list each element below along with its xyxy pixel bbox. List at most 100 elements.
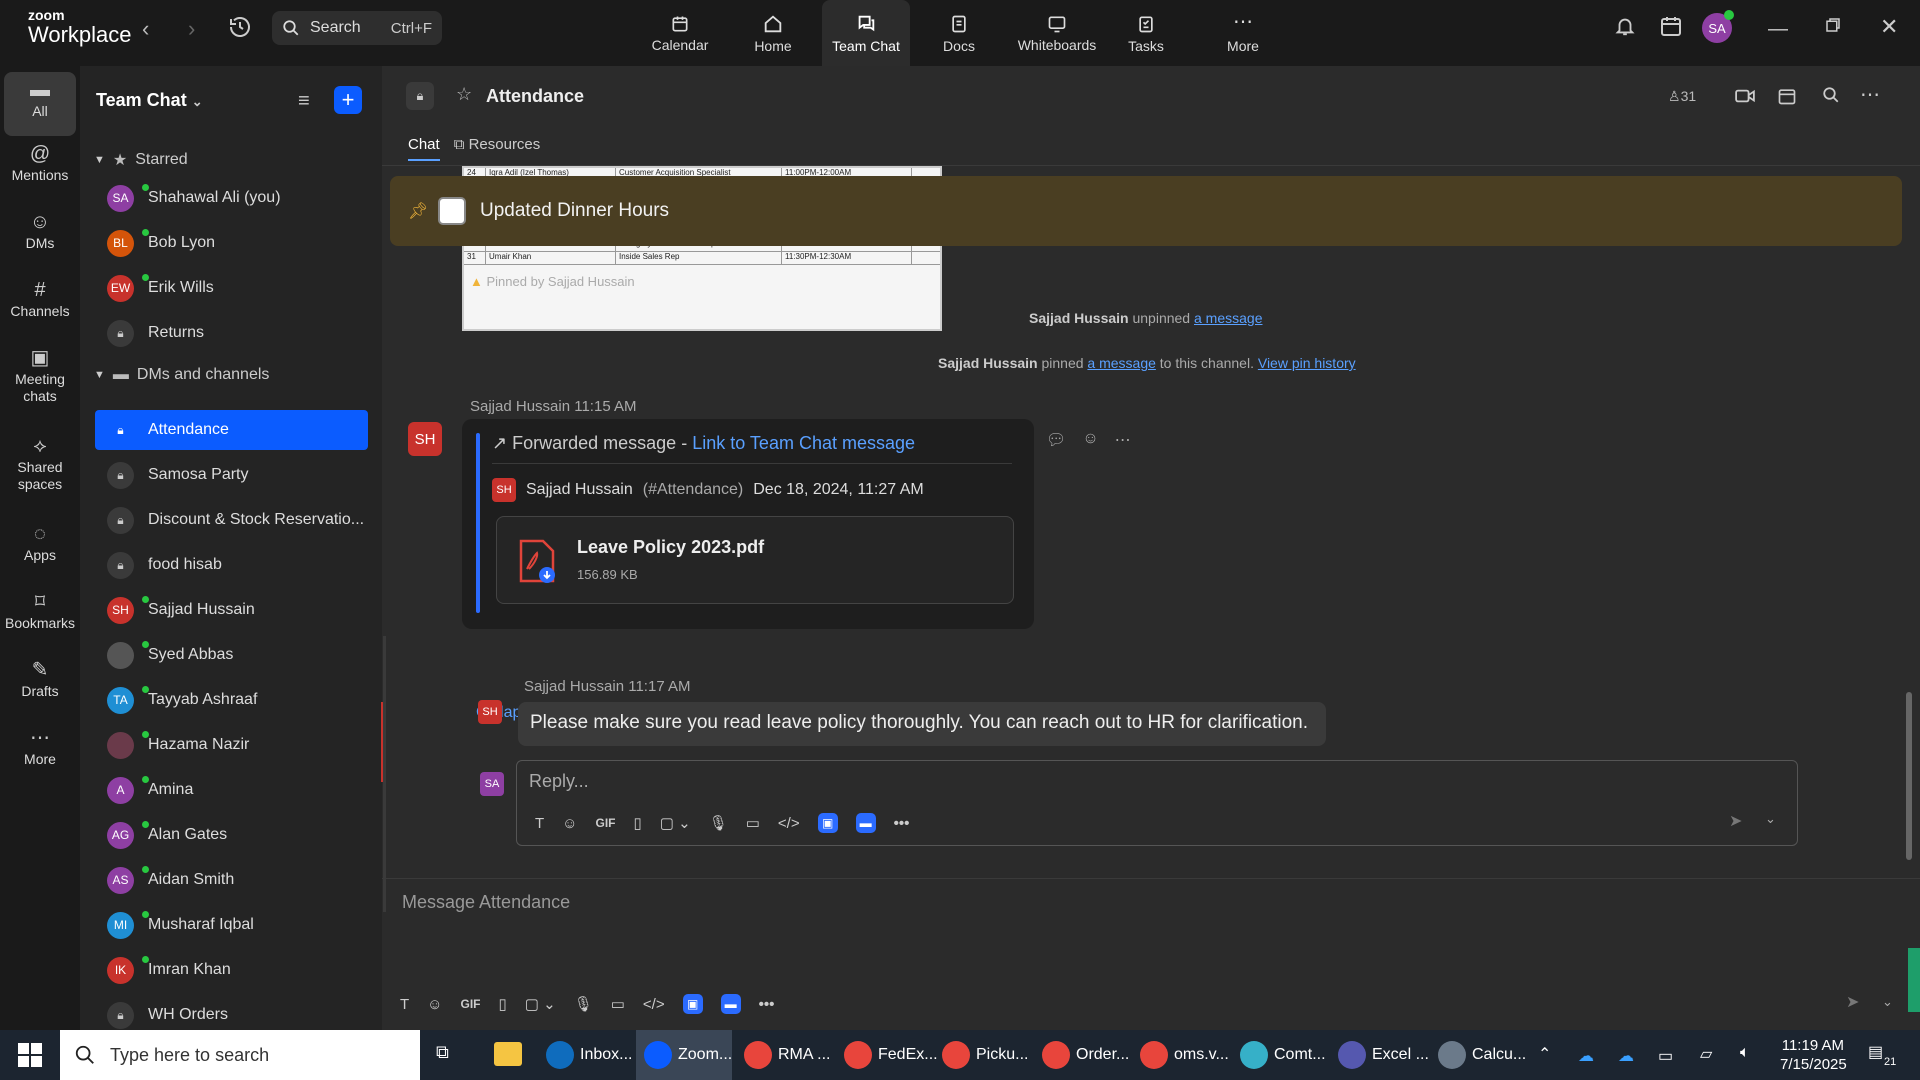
sidebar-item-shahawal-ali-you[interactable]: SA Shahawal Ali (you) bbox=[95, 178, 368, 218]
more-options-icon[interactable]: ⋯ bbox=[1860, 82, 1880, 107]
video-clip-icon[interactable]: ▭ bbox=[746, 814, 760, 832]
rail-shared-spaces[interactable]: ⟡ Shared spaces bbox=[4, 436, 76, 493]
screenshot-icon[interactable]: ▢ ⌄ bbox=[525, 995, 556, 1013]
send-icon[interactable]: ➤ bbox=[1846, 992, 1859, 1012]
rail-channels[interactable]: # Channels bbox=[4, 280, 76, 320]
star-outline-icon[interactable]: ☆ bbox=[456, 84, 472, 105]
sidebar-item-samosa-party[interactable]: 🔒︎ Samosa Party bbox=[95, 455, 368, 495]
nav-calendar[interactable]: Calendar bbox=[636, 0, 724, 66]
file-attachment[interactable]: Leave Policy 2023.pdf 156.89 KB bbox=[496, 516, 1014, 604]
schedule-calendar-icon[interactable] bbox=[1777, 86, 1797, 111]
sidebar-item-alan-gates[interactable]: AG Alan Gates bbox=[95, 815, 368, 855]
microphone-icon[interactable]: 🎙︎ bbox=[709, 814, 728, 832]
sidebar-item-imran-khan[interactable]: IK Imran Khan bbox=[95, 950, 368, 990]
team-chat-message-link[interactable]: Link to Team Chat message bbox=[692, 433, 915, 453]
nav-docs[interactable]: Docs bbox=[915, 0, 1003, 66]
taskbar-app-picku[interactable]: Picku... bbox=[934, 1030, 1030, 1080]
send-icon[interactable]: ➤ bbox=[1729, 811, 1742, 831]
reply-input[interactable]: Reply... bbox=[529, 771, 589, 792]
sidebar-item-returns[interactable]: 🔒︎ Returns bbox=[95, 313, 368, 353]
send-options-chevron-icon[interactable]: ⌄ bbox=[1882, 994, 1893, 1010]
onedrive-icon[interactable]: ☁ bbox=[1578, 1046, 1594, 1066]
taskbar-app-inbox[interactable]: Inbox... bbox=[538, 1030, 634, 1080]
history-icon[interactable] bbox=[228, 15, 252, 45]
emoji-icon[interactable]: ☺ bbox=[562, 815, 577, 832]
reply-sender[interactable]: Sajjad Hussain bbox=[524, 678, 624, 695]
original-sender[interactable]: Sajjad Hussain bbox=[526, 481, 633, 499]
rail-mentions[interactable]: @ Mentions bbox=[4, 144, 76, 184]
nav-more[interactable]: ⋯ More bbox=[1199, 0, 1287, 66]
tab-resources[interactable]: ⧉ Resources bbox=[454, 136, 541, 161]
nav-home[interactable]: Home bbox=[729, 0, 817, 66]
notification-center-icon[interactable]: ▤ bbox=[1868, 1042, 1883, 1062]
search-box[interactable]: Search Ctrl+F bbox=[272, 11, 442, 45]
rail-bookmarks[interactable]: ⌑ Bookmarks bbox=[4, 592, 76, 632]
app-icon[interactable]: ▣ bbox=[682, 994, 703, 1014]
notification-bell-icon[interactable] bbox=[1614, 14, 1636, 43]
code-icon[interactable]: </> bbox=[643, 996, 665, 1013]
filter-icon[interactable]: ≡ bbox=[298, 90, 310, 113]
taskbar-app-rma[interactable]: RMA ... bbox=[736, 1030, 832, 1080]
sender-avatar[interactable]: SH bbox=[408, 422, 442, 456]
sidebar-item-syed-abbas[interactable]: Syed Abbas bbox=[95, 635, 368, 675]
clock[interactable]: 11:19 AM 7/15/2025 bbox=[1780, 1036, 1847, 1074]
file-icon[interactable]: ▯ bbox=[499, 995, 507, 1013]
nav-tasks[interactable]: Tasks bbox=[1102, 0, 1190, 66]
pin-message-link[interactable]: a message bbox=[1087, 355, 1155, 371]
format-text-icon[interactable]: T bbox=[400, 996, 409, 1013]
restore-icon[interactable] bbox=[1824, 16, 1842, 39]
sidebar-item-attendance[interactable]: 🔒︎ Attendance bbox=[95, 410, 368, 450]
sidebar-item-amina[interactable]: A Amina bbox=[95, 770, 368, 810]
sidebar-item-bob-lyon[interactable]: BL Bob Lyon bbox=[95, 223, 368, 263]
gif-button[interactable]: GIF bbox=[461, 997, 481, 1011]
channel-name[interactable]: Attendance bbox=[486, 86, 584, 107]
sidebar-item-discount-stock-reservatio[interactable]: 🔒︎ Discount & Stock Reservatio... bbox=[95, 500, 368, 540]
sidebar-item-tayyab-ashraaf[interactable]: TA Tayyab Ashraaf bbox=[95, 680, 368, 720]
reply-avatar[interactable]: SH bbox=[478, 700, 502, 724]
chat-scrollbar[interactable] bbox=[1906, 692, 1912, 860]
rail-more[interactable]: ⋯ More bbox=[4, 728, 76, 768]
calendar-status-icon[interactable] bbox=[1659, 14, 1683, 43]
windows-start-icon[interactable] bbox=[18, 1043, 42, 1072]
section-starred[interactable]: ▼ ★ Starred bbox=[94, 150, 188, 170]
taskbar-app-order[interactable]: Order... bbox=[1034, 1030, 1130, 1080]
rail-apps[interactable]: ◌ Apps bbox=[4, 524, 76, 564]
sidebar-item-erik-wills[interactable]: EW Erik Wills bbox=[95, 268, 368, 308]
minimize-icon[interactable]: — bbox=[1768, 18, 1788, 41]
members-count[interactable]: ♙31 bbox=[1668, 88, 1696, 105]
message-input[interactable]: Message Attendance bbox=[402, 892, 570, 913]
gif-button[interactable]: GIF bbox=[596, 816, 616, 830]
more-options-icon[interactable]: ⋯ bbox=[1115, 430, 1131, 450]
sidebar-item-wh-orders[interactable]: 🔒︎ WH Orders bbox=[95, 995, 368, 1030]
close-icon[interactable]: ✕ bbox=[1880, 14, 1898, 40]
sidebar-item-sajjad-hussain[interactable]: SH Sajjad Hussain bbox=[95, 590, 368, 630]
video-call-icon[interactable] bbox=[1734, 88, 1756, 109]
new-chat-button[interactable]: + bbox=[334, 86, 362, 114]
nav-team-chat[interactable]: Team Chat bbox=[822, 0, 910, 66]
nav-whiteboards[interactable]: Whiteboards bbox=[1008, 0, 1106, 66]
task-view-icon[interactable]: ⧉ bbox=[436, 1042, 449, 1063]
tab-chat[interactable]: Chat bbox=[408, 136, 440, 161]
tray-chevron-icon[interactable]: ⌃ bbox=[1538, 1044, 1551, 1064]
volume-icon[interactable]: 🔈︎ bbox=[1740, 1044, 1750, 1062]
video-clip-icon[interactable]: ▭ bbox=[611, 995, 625, 1013]
message-sender[interactable]: Sajjad Hussain bbox=[470, 398, 570, 415]
microphone-icon[interactable]: 🎙︎ bbox=[574, 995, 593, 1013]
format-text-icon[interactable]: T bbox=[535, 815, 544, 832]
sidebar-title[interactable]: Team Chat ⌄ bbox=[96, 90, 203, 111]
taskbar-app-excel[interactable]: Excel ... bbox=[1330, 1030, 1429, 1080]
file-icon[interactable]: ▯ bbox=[634, 814, 642, 832]
sidebar-item-aidan-smith[interactable]: AS Aidan Smith bbox=[95, 860, 368, 900]
chat-app-icon[interactable]: ▬ bbox=[720, 994, 741, 1014]
emoji-icon[interactable]: ☺ bbox=[427, 996, 442, 1013]
pinned-banner[interactable]: 📌︎ Updated Dinner Hours bbox=[390, 176, 1902, 246]
file-explorer-icon[interactable] bbox=[494, 1042, 522, 1066]
section-dms[interactable]: ▼ ▬ DMs and channels bbox=[94, 366, 269, 384]
more-dots-icon[interactable]: ••• bbox=[759, 996, 775, 1013]
taskbar-app-fedex[interactable]: FedEx... bbox=[836, 1030, 938, 1080]
code-icon[interactable]: </> bbox=[778, 815, 800, 832]
more-dots-icon[interactable]: ••• bbox=[894, 815, 910, 832]
add-reaction-icon[interactable]: ☺ bbox=[1082, 430, 1098, 450]
rail-meeting-chats[interactable]: ▣ Meeting chats bbox=[4, 348, 76, 405]
taskbar-app-omsv[interactable]: oms.v... bbox=[1132, 1030, 1229, 1080]
